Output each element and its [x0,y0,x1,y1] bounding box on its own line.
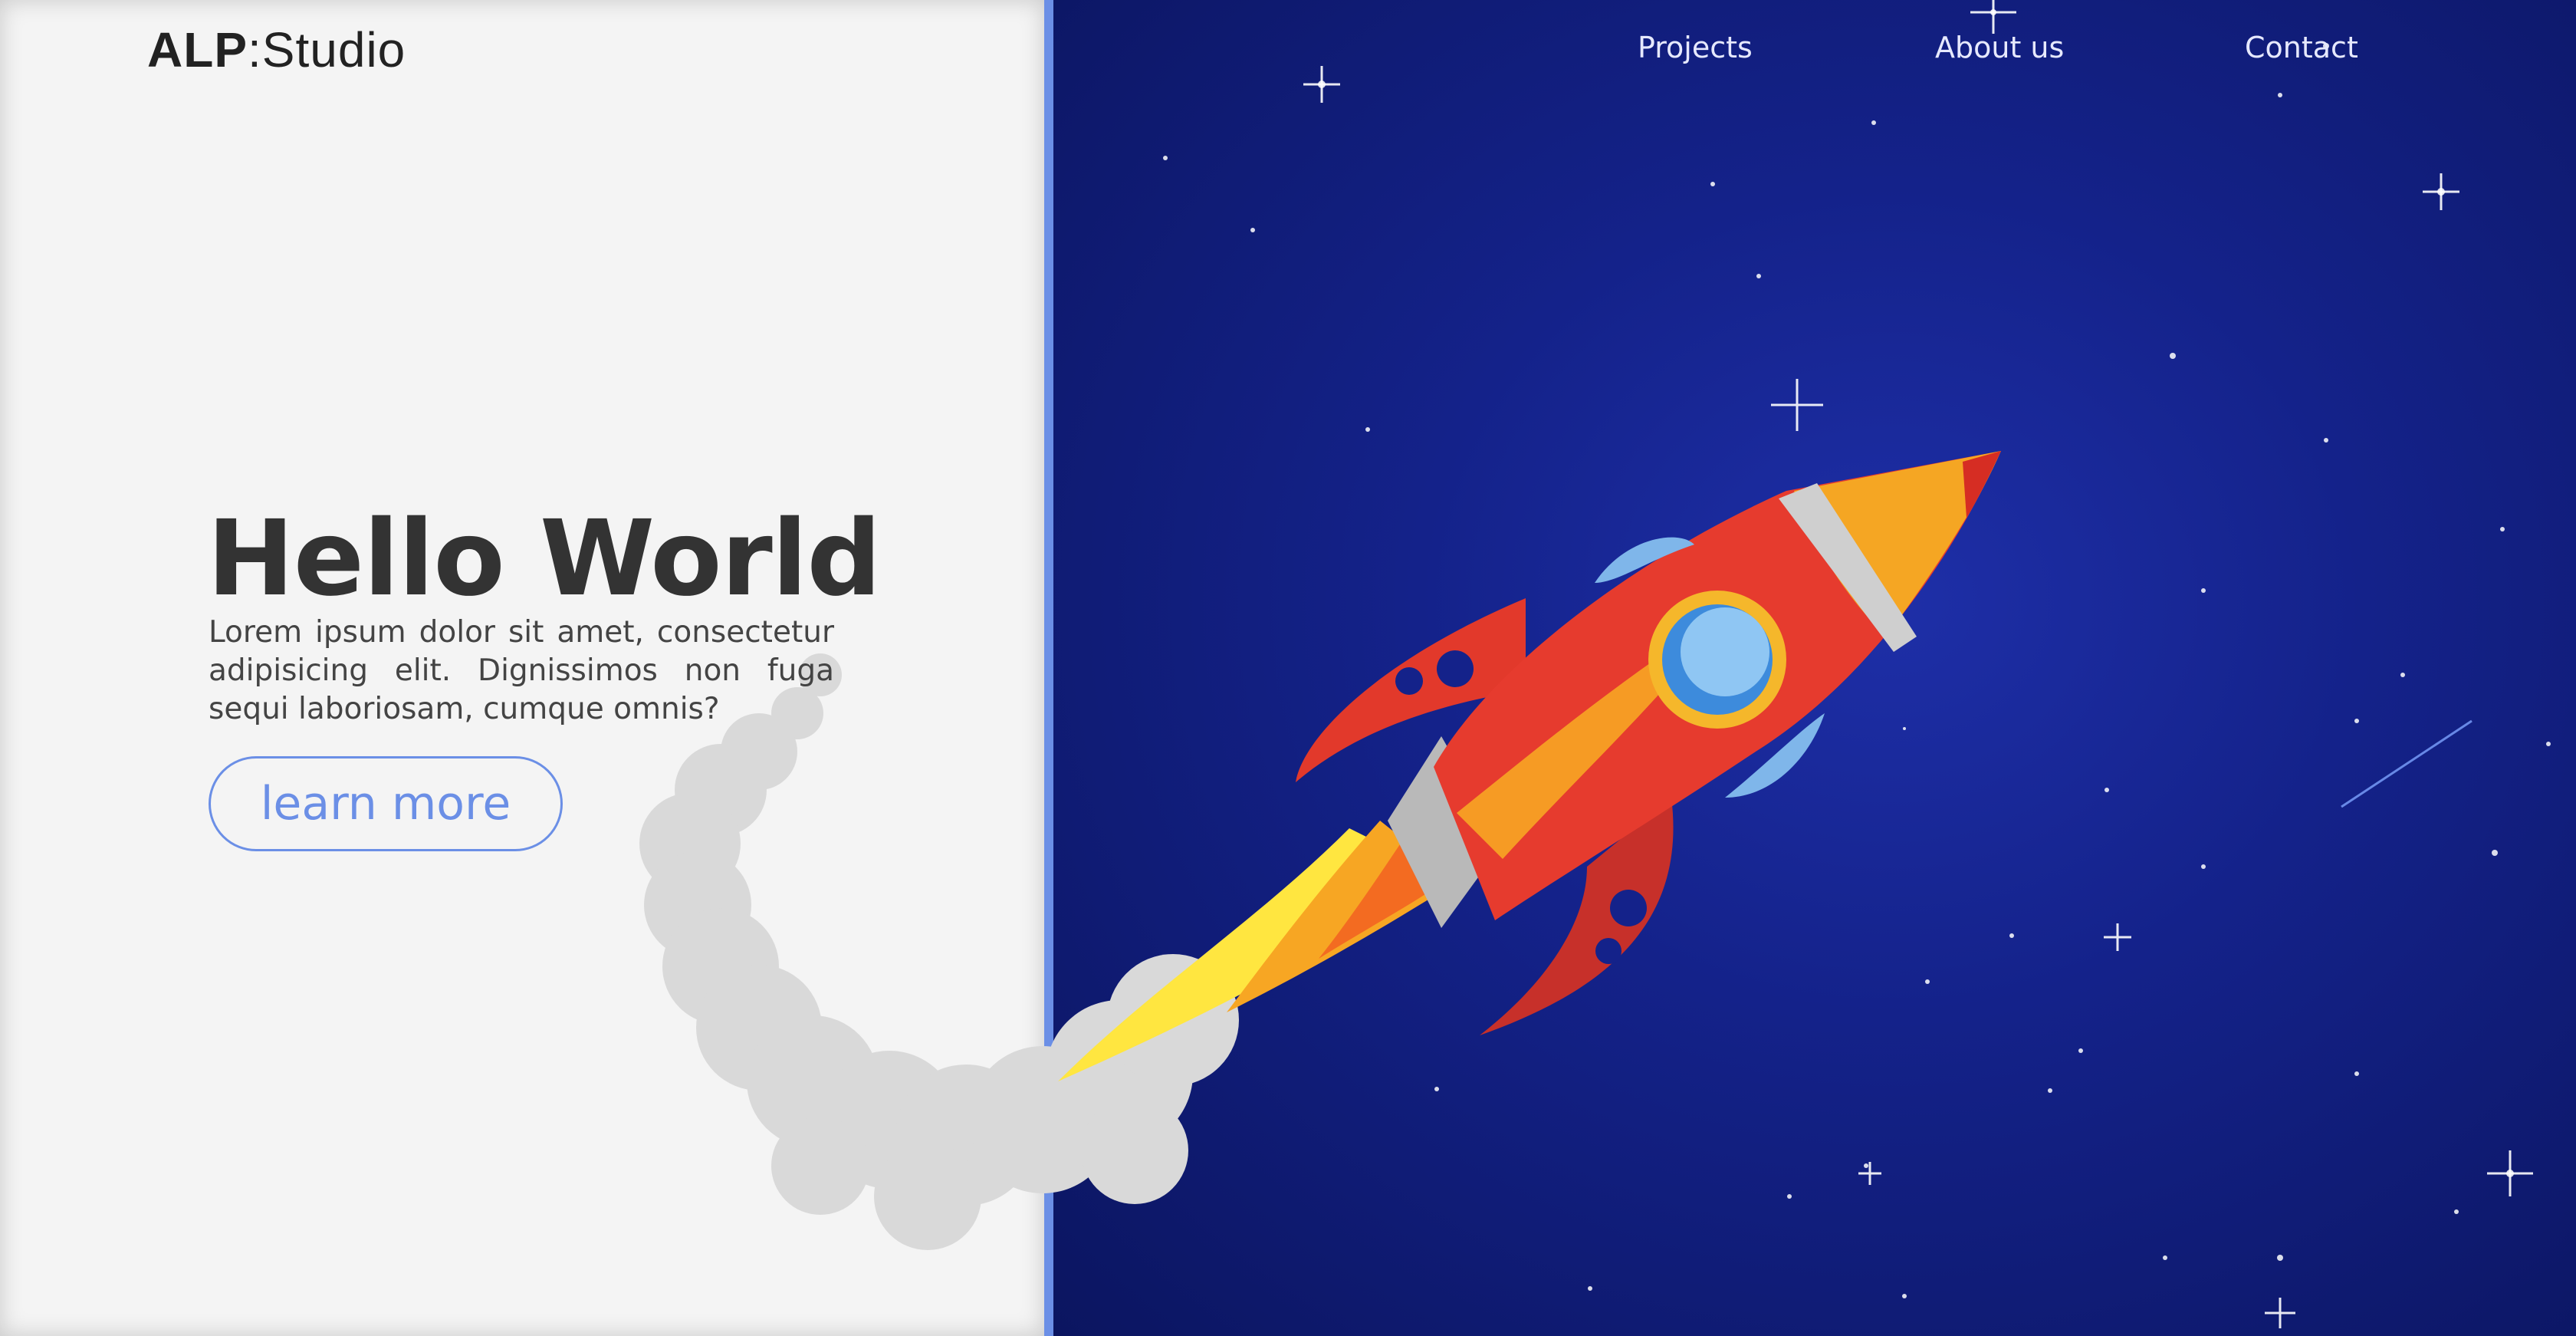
hero-description: Lorem ipsum dolor sit amet, consectetur … [209,615,834,726]
smoke-trail [639,653,1239,1250]
hero-title: Hello World [207,499,882,620]
brand-logo-bold: ALP [147,22,248,77]
learn-more-button[interactable]: learn more [209,756,563,851]
nav-about-us[interactable]: About us [1935,31,2064,64]
nav-contact[interactable]: Contact [2245,31,2358,64]
nav-projects[interactable]: Projects [1638,31,1753,64]
brand-logo-thin: :Studio [248,22,406,77]
brand-logo[interactable]: ALP:Studio [147,21,406,78]
